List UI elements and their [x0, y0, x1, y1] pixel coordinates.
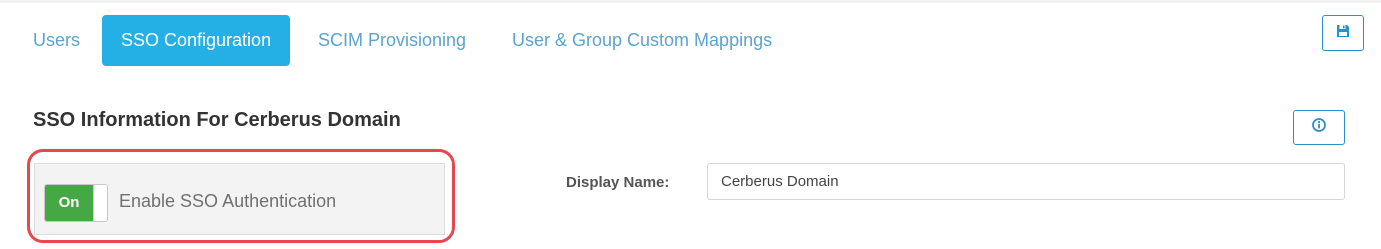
tab-users[interactable]: Users	[33, 15, 80, 66]
tab-sso-configuration[interactable]: SSO Configuration	[102, 15, 291, 66]
sso-enable-label: Enable SSO Authentication	[119, 191, 337, 211]
info-icon	[1312, 118, 1326, 137]
toggle-on-label: On	[45, 185, 93, 221]
save-icon	[1336, 24, 1350, 43]
toggle-handle	[93, 185, 107, 221]
display-name-input[interactable]	[707, 163, 1345, 200]
save-button[interactable]	[1322, 15, 1364, 51]
tab-user-group-custom-mappings[interactable]: User & Group Custom Mappings	[512, 15, 772, 66]
display-name-label: Display Name:	[566, 174, 670, 191]
sso-toggle-panel: On Enable SSO Authentication	[34, 163, 445, 235]
tab-bar: Users SSO Configuration SCIM Provisionin…	[0, 0, 1381, 80]
section-title: SSO Information For Cerberus Domain	[33, 109, 401, 131]
sso-toggle-switch[interactable]: On	[44, 184, 108, 222]
info-button[interactable]	[1293, 110, 1345, 145]
tab-scim-provisioning[interactable]: SCIM Provisioning	[318, 15, 466, 66]
